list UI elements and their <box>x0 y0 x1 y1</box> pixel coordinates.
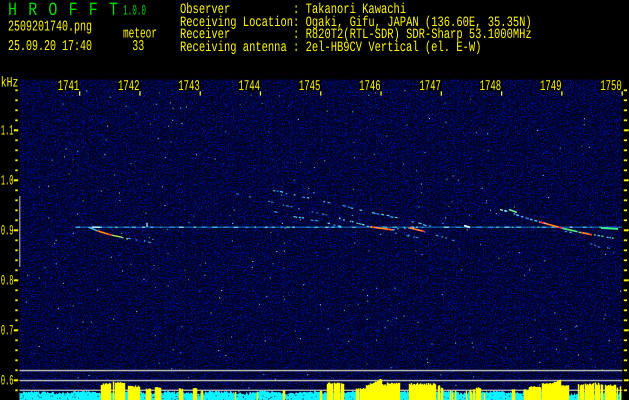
svg-text:T: T <box>109 0 118 21</box>
svg-text:0.7: 0.7 <box>1 324 14 340</box>
svg-text:1.1: 1.1 <box>1 124 14 140</box>
svg-text:25.09.20 17:40: 25.09.20 17:40 <box>8 38 92 55</box>
svg-text:1.0: 1.0 <box>1 174 14 190</box>
svg-text:0.6: 0.6 <box>1 374 14 390</box>
svg-text:0.8: 0.8 <box>1 274 14 290</box>
svg-text:1746: 1746 <box>359 79 381 95</box>
svg-text:1742: 1742 <box>118 79 140 95</box>
svg-text:33: 33 <box>132 38 144 55</box>
svg-text:1749: 1749 <box>540 79 562 95</box>
svg-text:1743: 1743 <box>178 79 200 95</box>
svg-text:1745: 1745 <box>299 79 321 95</box>
svg-text:1748: 1748 <box>480 79 502 95</box>
svg-text:0.9: 0.9 <box>1 224 14 240</box>
svg-text:1741: 1741 <box>58 79 80 95</box>
svg-text:Receiving antenna : 2el-HB9CV: Receiving antenna : 2el-HB9CV Vertical (… <box>180 40 481 56</box>
svg-text:1750: 1750 <box>600 79 622 95</box>
svg-text:kHz: kHz <box>1 76 19 92</box>
svg-text:1.0.0: 1.0.0 <box>123 4 146 20</box>
svg-text:1744: 1744 <box>239 79 261 95</box>
svg-text:2509201740.png: 2509201740.png <box>8 19 92 36</box>
svg-text:1747: 1747 <box>419 79 441 95</box>
